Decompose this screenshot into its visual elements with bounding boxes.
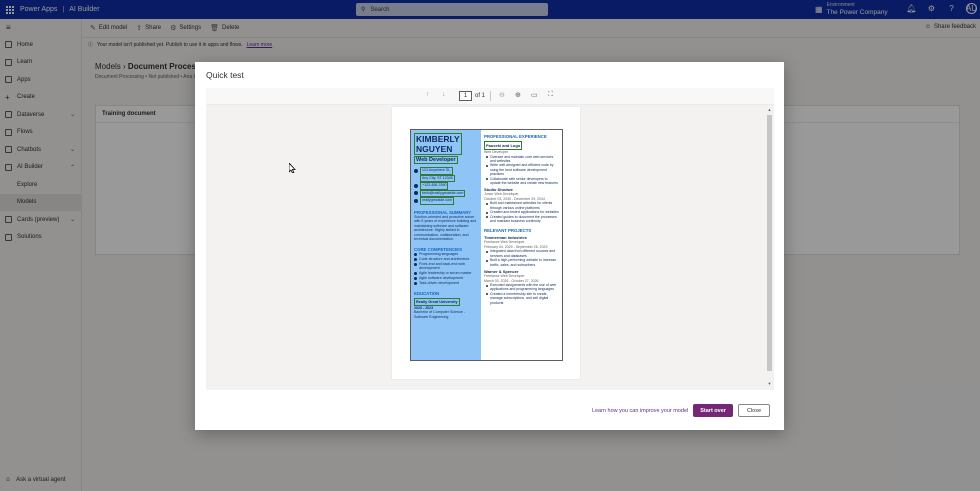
email-icon (414, 191, 418, 196)
improve-model-link[interactable]: Learn how you can improve your model (592, 408, 688, 414)
arrow-down-icon[interactable]: ↓ (442, 91, 446, 98)
mouse-cursor-icon (289, 163, 296, 173)
arrow-up-icon[interactable]: ↑ (426, 91, 430, 98)
start-over-button[interactable]: Start over (693, 404, 733, 417)
resume-name[interactable]: KIMBERLY NGUYEN (414, 133, 462, 155)
education-heading: EDUCATION (414, 290, 440, 296)
list-item: Built a high-performing website to incre… (484, 258, 559, 267)
location-icon (414, 168, 418, 173)
degree: Bachelor of Computer Science - Software … (414, 310, 465, 319)
list-item: Created guides to document the processes… (484, 215, 559, 224)
school-name[interactable]: Really Great University (414, 297, 460, 306)
viewer-toolbar: ↑ ↓ 1 of 1 ⊖ ⊕ ▭ ⛶ (206, 88, 774, 105)
resume-role[interactable]: Web Developer (414, 156, 458, 164)
summary-text: Solution-oriented and proactive solver w… (414, 214, 477, 242)
list-item: Executed assignments with the use of web… (484, 283, 559, 292)
resume-contact: 123 Anywhere St., Any City, ST 12345 +12… (414, 167, 478, 205)
fit-width-icon[interactable]: ▭ (531, 91, 538, 99)
document-page: KIMBERLY NGUYEN Web Developer 123 Anywher… (391, 106, 581, 380)
list-item: Created a membership site to create, man… (484, 292, 559, 305)
scroll-thumb[interactable] (767, 115, 772, 371)
resume-right-column: PROFESSIONAL EXPERIENCE Pauceki and Logo… (481, 130, 562, 360)
dialog-footer: Learn how you can improve your model Sta… (592, 404, 770, 417)
resume: KIMBERLY NGUYEN Web Developer 123 Anywher… (410, 129, 563, 361)
list-item: Collaborate with senior developers to up… (484, 177, 559, 186)
list-item: Task-driven development (414, 281, 478, 286)
scroll-up-icon[interactable]: ▲ (766, 107, 773, 112)
document-viewer: ↑ ↓ 1 of 1 ⊖ ⊕ ▭ ⛶ KIMBERLY NGUYEN Web De… (206, 88, 774, 390)
phone-icon (414, 183, 418, 188)
list-item: Built and maintained websites for client… (484, 201, 559, 210)
list-item: Front-end and back-end web development (414, 262, 478, 272)
scroll-down-icon[interactable]: ▼ (766, 381, 773, 386)
resume-left-column: KIMBERLY NGUYEN Web Developer 123 Anywher… (411, 130, 481, 360)
zoom-in-icon[interactable]: ⊕ (515, 91, 521, 99)
globe-icon (414, 198, 418, 203)
dialog-title: Quick test (206, 70, 244, 80)
job1-company[interactable]: Pauceki and Logo (484, 141, 523, 150)
quick-test-dialog: Quick test ↑ ↓ 1 of 1 ⊖ ⊕ ▭ ⛶ KIMBERLY NG… (195, 62, 784, 430)
viewer-scrollbar[interactable]: ▲ ▼ (766, 107, 773, 386)
page-number-input[interactable]: 1 (459, 91, 472, 101)
zoom-out-icon[interactable]: ⊖ (499, 91, 505, 99)
list-item: Oversee and maintain core web services a… (484, 155, 559, 164)
experience-heading: PROFESSIONAL EXPERIENCE (484, 134, 547, 139)
list-item: Integrated data from different sources a… (484, 249, 559, 258)
close-button[interactable]: Close (737, 404, 770, 417)
fit-page-icon[interactable]: ⛶ (548, 91, 553, 99)
page-count: of 1 (475, 93, 486, 99)
summary-heading: PROFESSIONAL SUMMARY (414, 209, 472, 215)
list-item: Write well-designed and efficient code b… (484, 163, 559, 176)
projects-heading: RELEVANT PROJECTS (484, 228, 532, 234)
